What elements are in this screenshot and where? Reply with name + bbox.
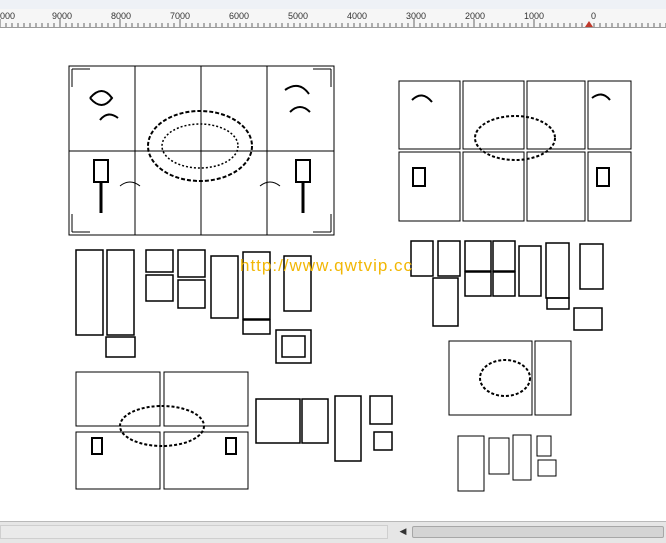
scroll-left-arrow-icon[interactable]: ◀ xyxy=(396,525,410,539)
ruler-position-marker xyxy=(585,21,593,27)
horizontal-scrollbar[interactable]: ◀ xyxy=(0,521,666,543)
panel-set-bottom-left xyxy=(75,371,249,490)
scrollbar-thumb[interactable] xyxy=(412,526,664,538)
pattern-tiles-right xyxy=(410,240,604,331)
panel-set-small xyxy=(398,80,632,222)
scroll-region-left[interactable] xyxy=(0,525,388,539)
panel-set-large xyxy=(68,65,335,236)
panel-set-bottom-right xyxy=(448,340,572,492)
pattern-tiles-bottom xyxy=(255,395,393,462)
watermark-text: http://www.qwtvip.cc xyxy=(240,256,414,275)
drawing-canvas[interactable]: http://www.qwtvip.cc xyxy=(0,28,666,521)
horizontal-ruler[interactable]: 000 9000 8000 7000 6000 5000 4000 3000 2… xyxy=(0,9,666,28)
